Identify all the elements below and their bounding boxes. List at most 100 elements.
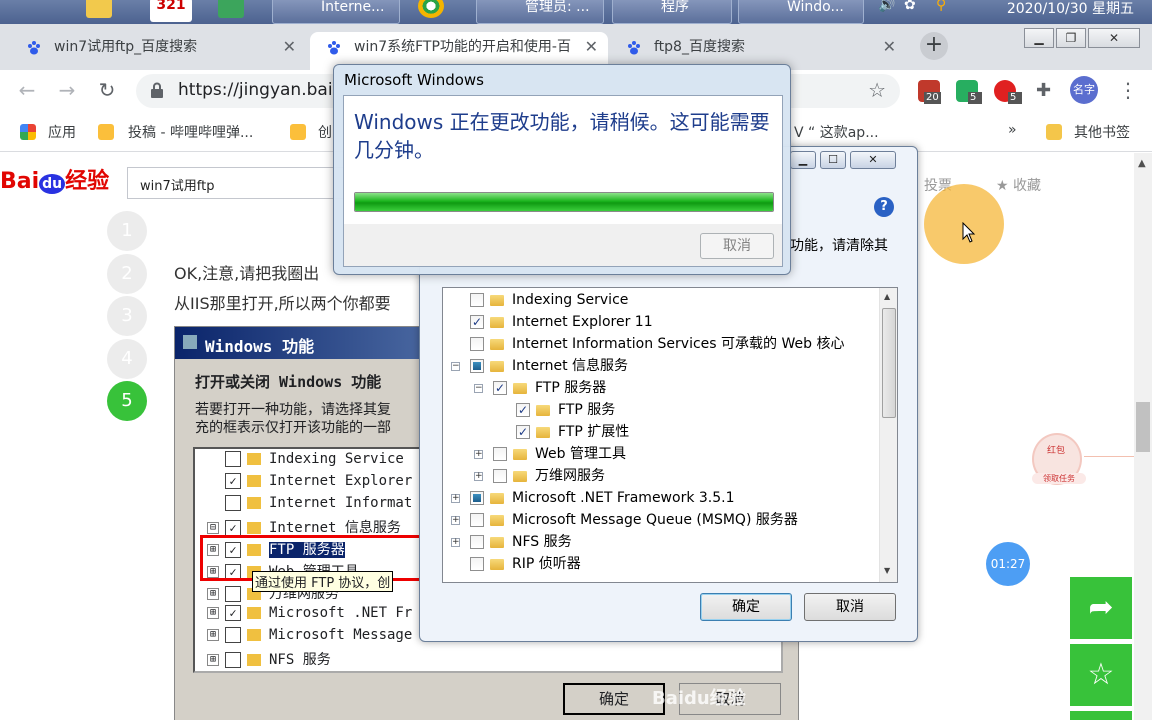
feature-row[interactable]: + Microsoft Message Queue (MSMQ) 服务器 — [451, 509, 798, 531]
bookmark-create[interactable]: 创 — [318, 122, 332, 142]
taskbar-ie[interactable]: Interne... — [272, 0, 400, 24]
bookmark-other[interactable]: 其他书签 — [1074, 122, 1130, 142]
bookmark-bilibili[interactable]: 投稿 - 哔哩哔哩弹... — [128, 122, 253, 142]
red-envelope-widget[interactable]: 红包 领取任务 — [1032, 433, 1086, 485]
dialog-maximize-button[interactable]: ☐ — [820, 151, 846, 169]
step-5[interactable]: 5 — [107, 381, 147, 421]
progress-fill — [355, 193, 773, 211]
volume-icon[interactable]: 🔊 — [878, 0, 895, 22]
tree-scroll-thumb[interactable] — [882, 308, 896, 418]
folder-icon — [490, 360, 504, 372]
side-button-more[interactable] — [1070, 711, 1132, 720]
taskbar-app-321[interactable]: 321 — [150, 0, 192, 22]
feature-checkbox[interactable] — [470, 491, 484, 505]
expand-icon[interactable]: + — [451, 537, 460, 547]
feature-row[interactable]: ✓ Internet Explorer 11 — [451, 311, 653, 333]
bookmark-star-icon[interactable]: ☆ — [868, 78, 886, 102]
spreadsheet-icon[interactable] — [218, 0, 244, 18]
expand-icon[interactable]: + — [451, 493, 460, 503]
search-input[interactable]: win7试用ftp — [127, 167, 347, 199]
flower-icon[interactable]: ✿ — [904, 0, 916, 22]
feature-row[interactable]: − Internet 信息服务 — [451, 355, 628, 377]
feature-row[interactable]: − ✓ FTP 服务器 — [474, 377, 606, 399]
feature-row[interactable]: RIP 侦听器 — [451, 553, 581, 575]
step-2[interactable]: 2 — [107, 254, 147, 294]
ok-button[interactable]: 确定 — [700, 593, 792, 621]
feature-checkbox[interactable] — [470, 513, 484, 527]
step-1[interactable]: 1 — [107, 211, 147, 251]
tab-search-ftp[interactable]: win7试用ftp_百度搜索 ✕ — [10, 32, 306, 70]
feature-row[interactable]: + Microsoft .NET Framework 3.5.1 — [451, 487, 735, 509]
cancel-button[interactable]: 取消 — [804, 593, 896, 621]
feature-checkbox[interactable]: ✓ — [516, 425, 530, 439]
favorite-button[interactable]: ☆ — [1070, 644, 1132, 706]
taskbar-programs[interactable]: 程序 — [612, 0, 732, 24]
bookmark-apps[interactable]: 应用 — [48, 122, 76, 142]
tree-scrollbar[interactable]: ▲ ▼ — [879, 288, 897, 582]
more-menu-icon[interactable]: ⋮ — [1118, 78, 1138, 102]
feature-row[interactable]: + NFS 服务 — [451, 531, 572, 553]
feature-row[interactable]: Indexing Service — [451, 289, 628, 311]
scroll-up-arrow-icon[interactable]: ▲ — [1138, 158, 1146, 169]
reload-icon[interactable]: ↻ — [94, 78, 120, 104]
step-4[interactable]: 4 — [107, 339, 147, 379]
puzzle-extensions-icon[interactable]: ✚ — [1036, 80, 1051, 101]
progress-message: Windows 正在更改功能，请稍候。这可能需要几分钟。 — [354, 110, 770, 162]
baidu-jingyan-logo[interactable]: Bai du 经验 — [0, 163, 109, 195]
checkbox — [225, 586, 241, 602]
expand-icon[interactable]: + — [451, 515, 460, 525]
tab-close-icon[interactable]: ✕ — [580, 32, 598, 62]
tab-close-icon[interactable]: ✕ — [283, 32, 296, 62]
feature-checkbox[interactable]: ✓ — [470, 315, 484, 329]
expand-icon[interactable]: + — [474, 449, 483, 459]
feature-row[interactable]: ✓ FTP 服务 — [497, 399, 615, 421]
feature-row[interactable]: + Web 管理工具 — [474, 443, 626, 465]
bookmarks-overflow[interactable]: » — [1008, 122, 1017, 138]
tree-toggle-icon: ⊞ — [207, 607, 219, 619]
feature-checkbox[interactable] — [470, 535, 484, 549]
collapse-icon[interactable]: − — [474, 383, 483, 393]
profile-avatar[interactable]: 名字 — [1070, 76, 1098, 104]
back-arrow-icon[interactable]: ← — [14, 78, 40, 104]
dialog-close-button[interactable]: ✕ — [850, 151, 896, 169]
share-button[interactable]: ➦ — [1070, 577, 1132, 639]
search-tray-icon[interactable]: ⚲ — [936, 0, 946, 22]
feature-checkbox[interactable] — [470, 293, 484, 307]
tab-close-icon[interactable]: ✕ — [883, 32, 896, 62]
feature-checkbox[interactable]: ✓ — [516, 403, 530, 417]
scroll-up-arrow-icon[interactable]: ▲ — [884, 292, 890, 301]
window-icon — [183, 335, 197, 349]
maximize-button[interactable]: ❐ — [1056, 28, 1086, 48]
chrome-icon[interactable] — [418, 0, 444, 18]
expand-icon[interactable]: + — [474, 471, 483, 481]
feature-checkbox[interactable] — [470, 359, 484, 373]
feature-checkbox[interactable] — [493, 469, 507, 483]
bookmark-app[interactable]: V “ 这款ap... — [794, 122, 879, 142]
feature-checkbox[interactable]: ✓ — [493, 381, 507, 395]
forward-arrow-icon[interactable]: → — [54, 78, 80, 104]
feature-checkbox[interactable] — [493, 447, 507, 461]
checkbox: ✓ — [225, 473, 241, 489]
step-3[interactable]: 3 — [107, 296, 147, 336]
taskbar-cmd[interactable]: 管理员: ... — [476, 0, 604, 24]
minimize-button[interactable]: ▁ — [1024, 28, 1054, 48]
feature-label: 万维网服务 — [535, 468, 605, 484]
timer-badge[interactable]: 01:27 — [986, 542, 1030, 586]
folder-icon[interactable] — [86, 0, 112, 18]
taskbar-windows[interactable]: Windo... — [738, 0, 864, 24]
feature-row[interactable]: + 万维网服务 — [474, 465, 605, 487]
feature-checkbox[interactable] — [470, 557, 484, 571]
feature-row[interactable]: Internet Information Services 可承载的 Web 核… — [451, 333, 844, 355]
embedded-feature-row: Indexing Service — [207, 451, 404, 473]
article-text: OK,注意,请把我圈出 — [174, 264, 320, 283]
window-close-button[interactable]: ✕ — [1088, 28, 1140, 48]
help-icon[interactable]: ? — [874, 197, 894, 217]
feature-row[interactable]: ✓ FTP 扩展性 — [497, 421, 629, 443]
new-tab-button[interactable]: + — [920, 32, 948, 60]
feature-checkbox[interactable] — [470, 337, 484, 351]
scroll-thumb[interactable] — [1136, 402, 1150, 452]
scroll-down-arrow-icon[interactable]: ▼ — [884, 566, 890, 575]
collapse-icon[interactable]: − — [451, 361, 460, 371]
dialog-minimize-button[interactable]: ▁ — [790, 151, 816, 169]
favorite-link[interactable]: ★ 收藏 — [996, 175, 1041, 195]
